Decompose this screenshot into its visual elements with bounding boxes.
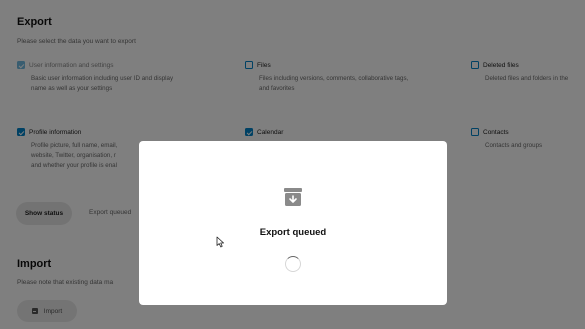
export-queued-dialog: Export queued <box>139 141 447 305</box>
archive-download-icon <box>284 188 302 206</box>
loading-spinner-icon <box>285 256 301 272</box>
dialog-title: Export queued <box>259 227 327 238</box>
mouse-cursor-icon <box>216 236 224 248</box>
